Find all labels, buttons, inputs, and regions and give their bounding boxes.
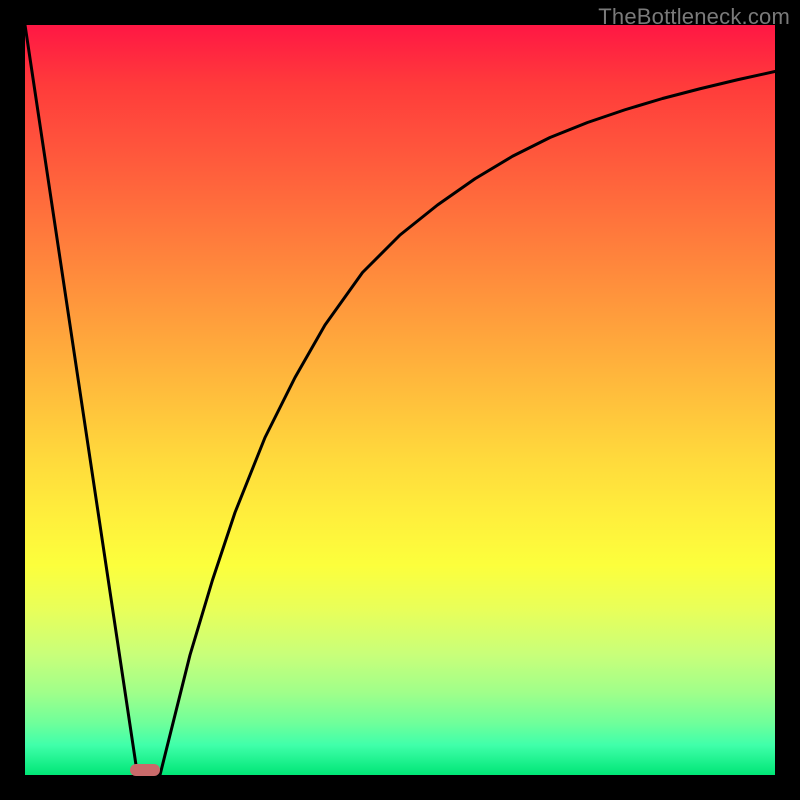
curve-svg (25, 25, 775, 775)
chart-container: TheBottleneck.com (0, 0, 800, 800)
watermark-text: TheBottleneck.com (598, 4, 790, 30)
optimal-marker (130, 764, 160, 776)
plot-area (25, 25, 775, 775)
bottleneck-curve (25, 25, 775, 775)
